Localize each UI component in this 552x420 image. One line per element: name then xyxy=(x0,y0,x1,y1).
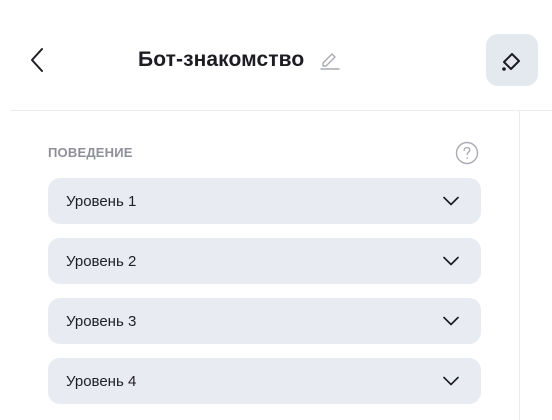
back-arrow-icon xyxy=(31,48,43,72)
eraser-button[interactable] xyxy=(486,34,538,86)
chevron-down-icon xyxy=(443,256,459,266)
title-area: Бот-знакомство xyxy=(138,44,342,76)
eraser-icon xyxy=(502,53,520,71)
top-bar: Бот-знакомство xyxy=(0,0,552,110)
help-button[interactable] xyxy=(455,141,479,165)
header-divider xyxy=(10,110,552,111)
section-title-behavior: ПОВЕДЕНИЕ xyxy=(48,145,133,160)
level-dropdown[interactable]: Уровень 1 xyxy=(48,178,481,224)
edit-title-button[interactable] xyxy=(318,48,342,72)
level-dropdown[interactable]: Уровень 4 xyxy=(48,358,481,404)
chevron-down-icon xyxy=(443,316,459,326)
chevron-down-icon xyxy=(443,376,459,386)
level-label: Уровень 2 xyxy=(66,252,137,270)
level-label: Уровень 3 xyxy=(66,312,137,330)
back-button[interactable] xyxy=(22,42,52,78)
level-dropdown[interactable]: Уровень 2 xyxy=(48,238,481,284)
level-label: Уровень 1 xyxy=(66,192,137,210)
page-title: Бот-знакомство xyxy=(138,48,305,71)
panel-divider xyxy=(519,111,520,420)
chevron-down-icon xyxy=(443,196,459,206)
level-label: Уровень 4 xyxy=(66,372,137,390)
question-circle-icon xyxy=(455,141,479,165)
level-dropdown[interactable]: Уровень 3 xyxy=(48,298,481,344)
pencil-icon xyxy=(320,53,341,70)
